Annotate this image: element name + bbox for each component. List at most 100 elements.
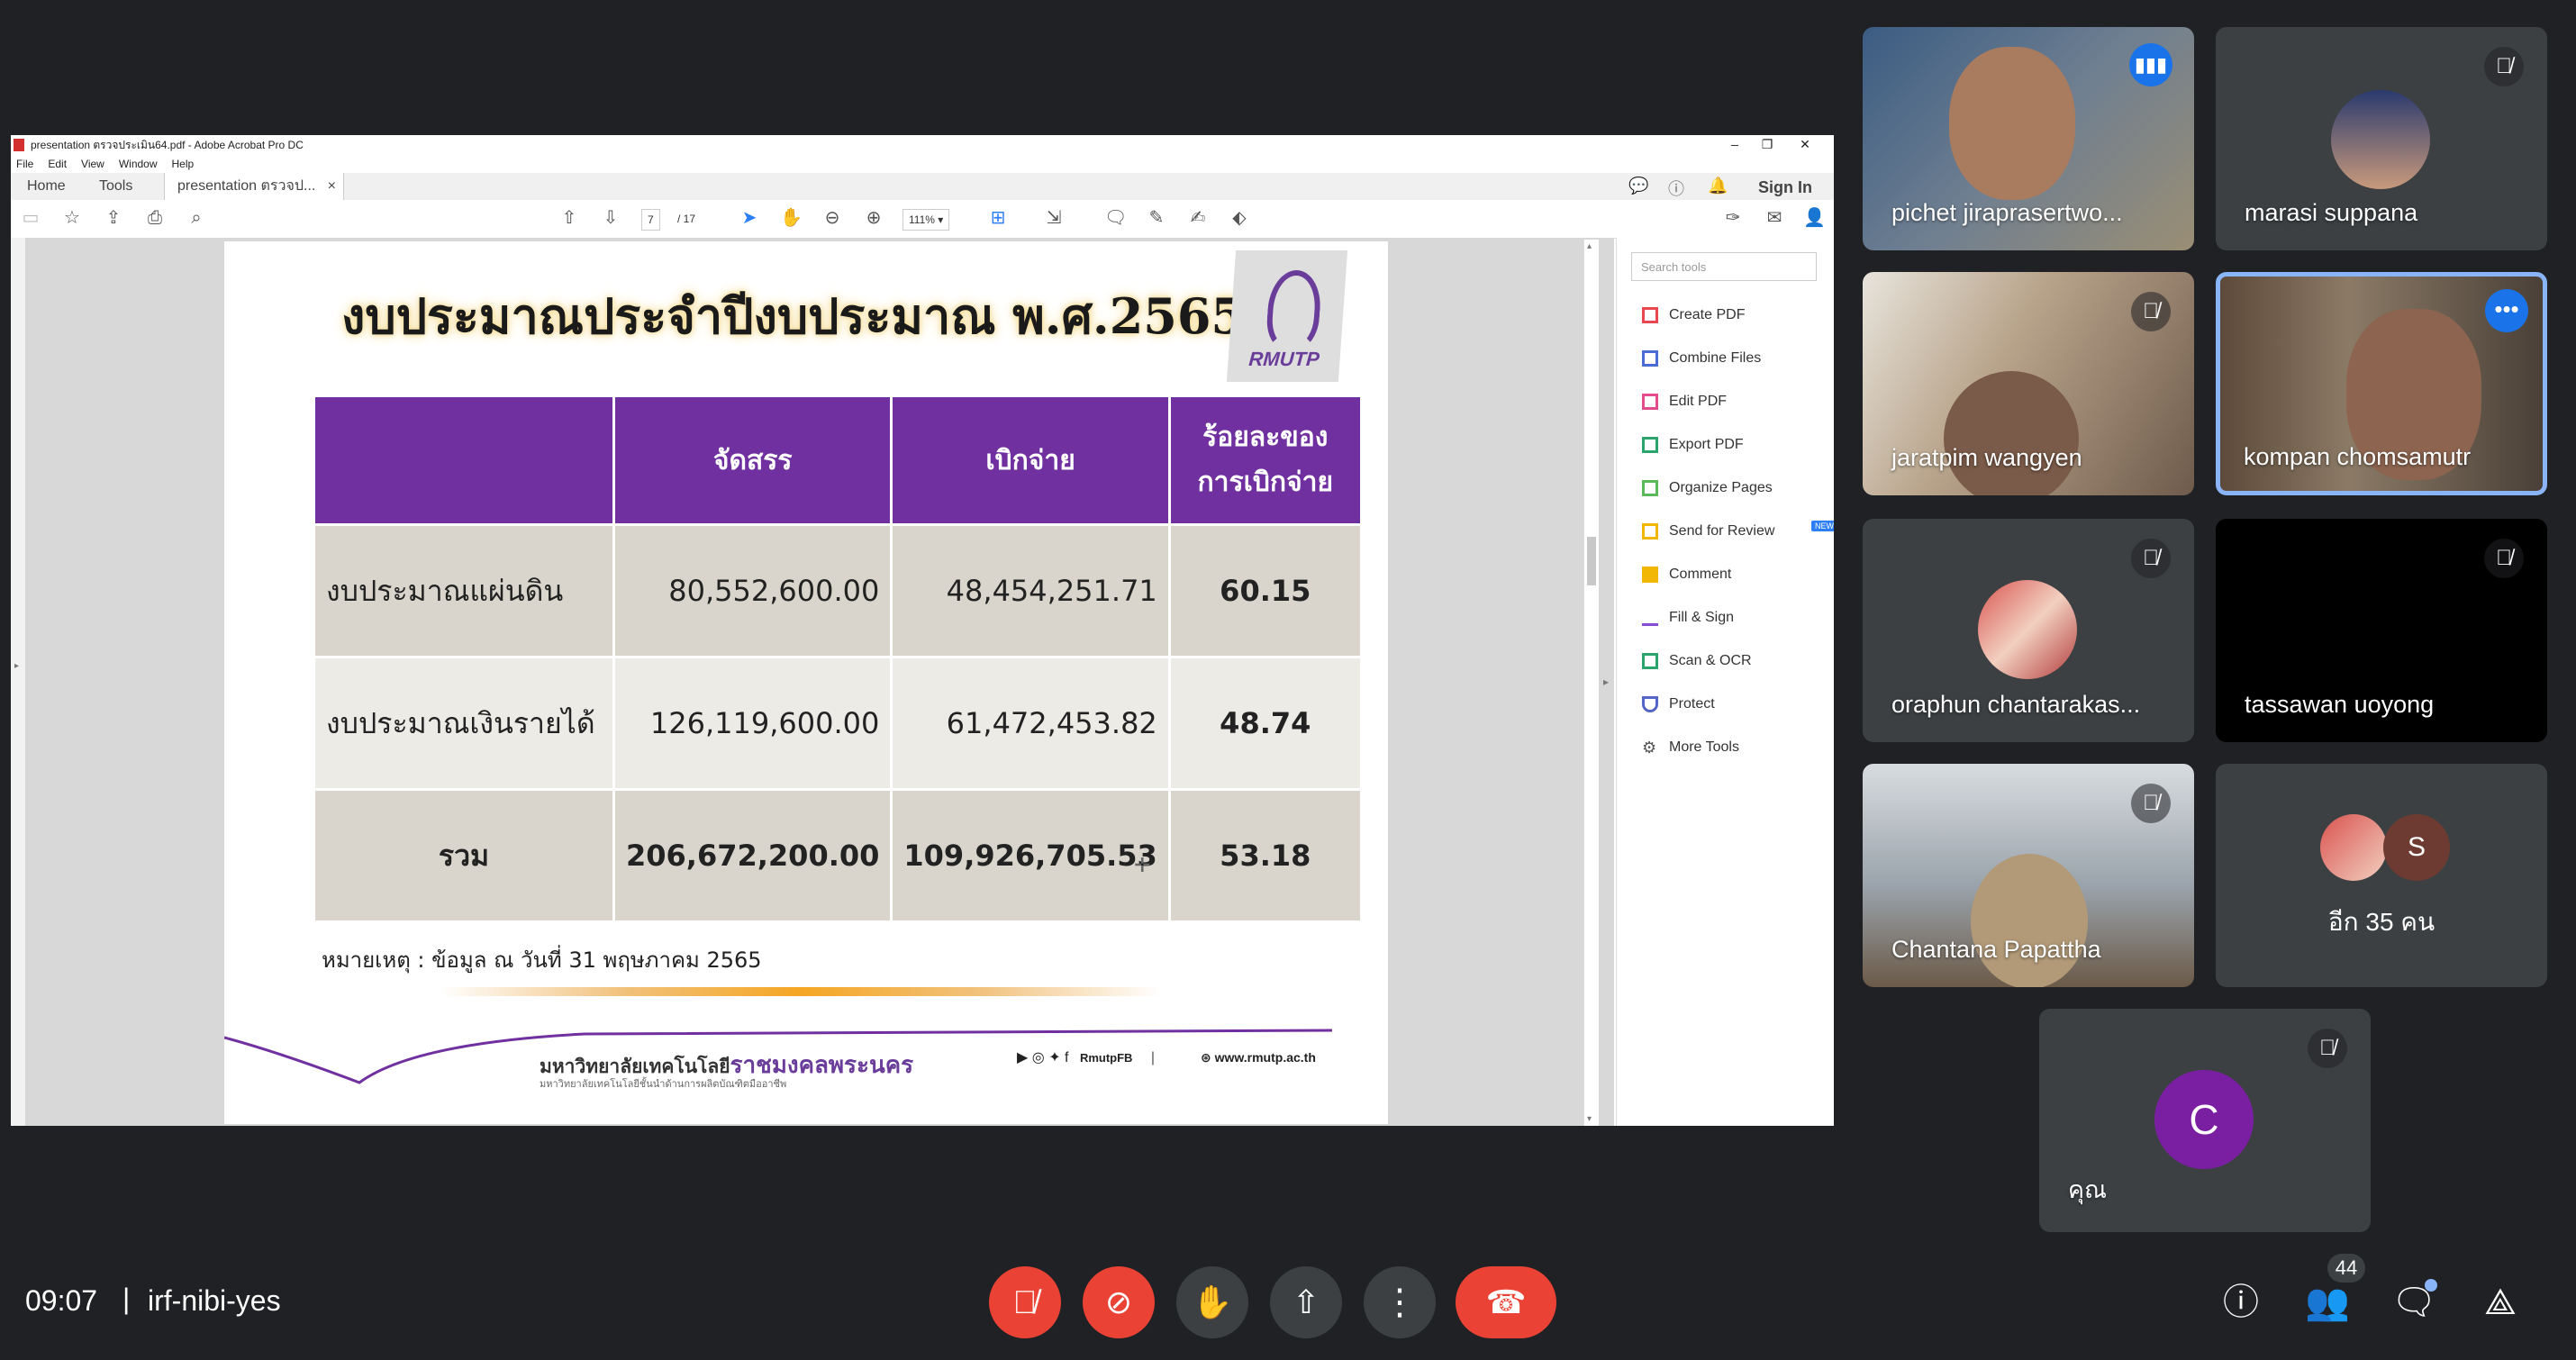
zoom-in-icon[interactable]: ⊕ xyxy=(863,207,884,229)
mic-off-icon: 🎙̸ xyxy=(2308,1029,2347,1068)
tool-fill-sign[interactable]: Fill & Sign xyxy=(1631,600,1829,636)
mic-off-icon: 🎙̸ xyxy=(2131,539,2171,578)
leave-call-button[interactable]: ☎ xyxy=(1456,1266,1556,1338)
tab-home[interactable]: Home xyxy=(14,173,78,200)
organize-pages-icon xyxy=(1642,480,1658,496)
participant-tile-5[interactable]: 🎙̸ oraphun chantarakas... xyxy=(1863,519,2194,742)
tool-export-pdf[interactable]: Export PDF xyxy=(1631,427,1829,463)
comment-icon[interactable]: 🗨 xyxy=(1104,207,1127,229)
rmutp-logo: RMUTP xyxy=(1226,250,1348,382)
acrobat-titlebar: presentation ตรวจประเมิน64.pdf - Adobe A… xyxy=(11,135,1834,155)
row-percent: 60.15 xyxy=(1167,523,1363,658)
scroll-mode-icon[interactable]: ⇲ xyxy=(1043,207,1065,229)
tab-document[interactable]: presentation ตรวจป... × xyxy=(164,173,344,200)
save-icon[interactable]: ▭ xyxy=(20,207,41,229)
participant-tile-6[interactable]: 🎙̸ tassawan uoyong xyxy=(2216,519,2547,742)
participant-avatar xyxy=(2331,90,2430,189)
scroll-up-icon[interactable]: ▴ xyxy=(1587,241,1592,251)
select-cursor-icon[interactable]: ➤ xyxy=(739,207,760,229)
menu-edit[interactable]: Edit xyxy=(48,158,67,170)
chat-icon[interactable]: 💬 xyxy=(1628,177,1648,195)
mic-off-icon: 🎙̸ xyxy=(2484,47,2524,86)
camera-toggle-button[interactable]: ⊘ xyxy=(1083,1266,1155,1338)
participant-tile-others[interactable]: S อีก 35 คน xyxy=(2216,764,2547,987)
participant-tile-3[interactable]: 🎙̸ jaratpim wangyen xyxy=(1863,272,2194,495)
tool-protect[interactable]: Protect xyxy=(1631,686,1829,722)
sign-icon[interactable]: ✍ xyxy=(1187,207,1209,229)
mic-toggle-button[interactable]: 🎙̸ xyxy=(989,1266,1061,1338)
upload-icon[interactable]: ⇪ xyxy=(103,207,124,229)
bell-icon[interactable]: 🔔 xyxy=(1708,177,1728,195)
close-window-icon[interactable]: ✕ xyxy=(1789,135,1821,155)
email-icon[interactable]: ✉ xyxy=(1764,207,1785,229)
tool-send-for-review[interactable]: Send for Review NEW xyxy=(1631,513,1834,549)
participant-tile-4-active[interactable]: ••• kompan chomsamutr xyxy=(2216,272,2547,495)
tool-comment[interactable]: Comment xyxy=(1631,557,1829,593)
bookmark-star-icon[interactable]: ☆ xyxy=(61,207,83,229)
menu-file[interactable]: File xyxy=(16,158,33,170)
minimize-icon[interactable]: – xyxy=(1719,135,1751,155)
page-number-input[interactable]: 7 xyxy=(641,209,660,231)
hand-icon[interactable]: ✋ xyxy=(780,207,803,229)
fill-sign-icon[interactable]: ✑ xyxy=(1722,207,1744,229)
search-icon[interactable]: ⌕ xyxy=(186,207,207,229)
logo-text: RMUTP xyxy=(1247,348,1320,370)
participant-avatar xyxy=(2320,814,2387,881)
right-panel-toggle[interactable]: ▸ xyxy=(1603,675,1609,688)
tag-icon[interactable]: ⬖ xyxy=(1229,207,1250,229)
present-screen-button[interactable]: ⇧ xyxy=(1270,1266,1342,1338)
participant-tile-1[interactable]: ▮▮▮ pichet jiraprasertwo... xyxy=(1863,27,2194,250)
restore-icon[interactable]: ❐ xyxy=(1751,135,1783,155)
tool-label: Create PDF xyxy=(1669,307,1746,322)
scroll-down-icon[interactable]: ▾ xyxy=(1587,1114,1592,1124)
header-percent: ร้อยละของการเบิกจ่าย xyxy=(1167,394,1363,526)
activities-icon[interactable]: ⟁ xyxy=(2477,1279,2524,1326)
tool-organize-pages[interactable]: Organize Pages xyxy=(1631,470,1829,506)
university-prefix: มหาวิทยาลัยเทคโนโลยี xyxy=(540,1056,730,1077)
tool-combine-files[interactable]: Combine Files xyxy=(1631,340,1829,376)
others-count: อีก 35 คน xyxy=(2327,908,2435,936)
row-percent: 48.74 xyxy=(1167,656,1363,791)
raise-hand-button[interactable]: ✋ xyxy=(1176,1266,1248,1338)
scroll-thumb[interactable] xyxy=(1587,537,1596,585)
participant-tile-7[interactable]: 🎙̸ Chantana Papattha xyxy=(1863,764,2194,987)
zoom-select[interactable]: 111% ▾ xyxy=(903,209,950,231)
zoom-value: 111% xyxy=(909,213,935,226)
tool-more-tools[interactable]: ⚙ More Tools xyxy=(1631,730,1829,766)
chat-notification-dot xyxy=(2425,1279,2437,1292)
more-options-icon[interactable]: ••• xyxy=(2485,289,2528,332)
more-options-button[interactable]: ⋮ xyxy=(1364,1266,1436,1338)
participant-name: kompan chomsamutr xyxy=(2244,443,2472,470)
left-panel-toggle[interactable]: ▸ xyxy=(11,238,25,1126)
menu-window[interactable]: Window xyxy=(119,158,158,170)
share-user-icon[interactable]: 👤 xyxy=(1803,207,1826,229)
row-label: รวม xyxy=(313,788,615,923)
menu-help[interactable]: Help xyxy=(172,158,195,170)
speaking-indicator-icon: ▮▮▮ xyxy=(2129,43,2172,86)
help-icon[interactable]: ⓘ xyxy=(1668,177,1684,200)
menu-view[interactable]: View xyxy=(81,158,104,170)
self-tile[interactable]: C 🎙̸ คุณ xyxy=(2039,1009,2371,1232)
tool-scan-ocr[interactable]: Scan & OCR xyxy=(1631,643,1829,679)
pen-icon[interactable]: ✎ xyxy=(1146,207,1167,229)
participant-tile-2[interactable]: 🎙̸ marasi suppana xyxy=(2216,27,2547,250)
meeting-info-icon[interactable]: ⓘ xyxy=(2218,1279,2264,1326)
close-tab-icon[interactable]: × xyxy=(328,173,336,200)
scan-ocr-icon xyxy=(1642,653,1658,669)
row-label: งบประมาณแผ่นดิน xyxy=(313,523,615,658)
prev-page-icon[interactable]: ⇧ xyxy=(558,207,580,229)
zoom-out-icon[interactable]: ⊖ xyxy=(821,207,843,229)
participant-name: tassawan uoyong xyxy=(2245,691,2435,718)
people-icon[interactable]: 👥 xyxy=(2304,1279,2351,1326)
next-page-icon[interactable]: ⇩ xyxy=(600,207,621,229)
vertical-scrollbar[interactable]: ▴ ▾ xyxy=(1583,240,1599,1126)
menu-bar: File Edit View Window Help xyxy=(11,155,1834,173)
tool-create-pdf[interactable]: Create PDF xyxy=(1631,297,1829,333)
university-subtitle: มหาวิทยาลัยเทคโนโลยีชั้นนำด้านการผลิตบัณ… xyxy=(540,1079,787,1090)
search-tools-input[interactable]: Search tools xyxy=(1631,252,1817,281)
tab-tools[interactable]: Tools xyxy=(86,173,145,200)
sign-in-link[interactable]: Sign In xyxy=(1758,178,1812,197)
tool-edit-pdf[interactable]: Edit PDF xyxy=(1631,384,1829,420)
fit-page-icon[interactable]: ⊞ xyxy=(987,207,1009,229)
print-icon[interactable]: ⎙ xyxy=(144,207,166,229)
